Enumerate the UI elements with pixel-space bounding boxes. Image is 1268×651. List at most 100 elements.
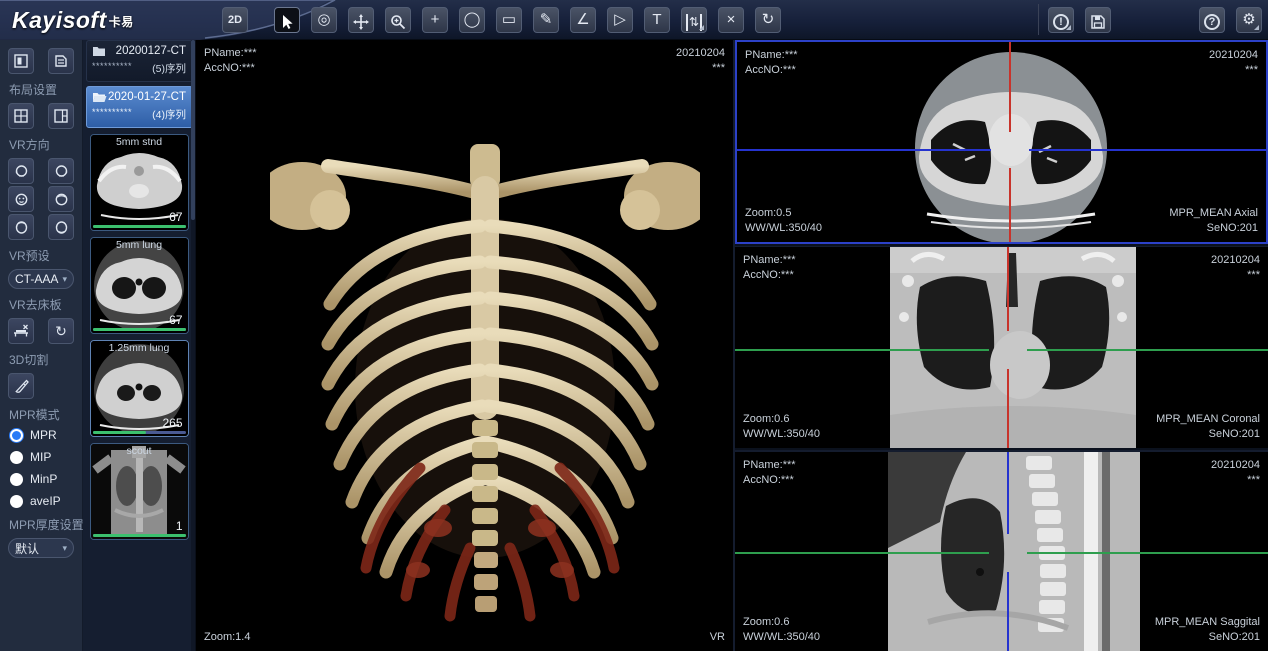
axial-patient-overlay: PName:*** AccNO:*** [745,48,798,78]
series-thumbnail-1-25mm-lung[interactable]: 1.25mm lung 265 [90,340,189,437]
vr-3d-view[interactable]: PName:*** AccNO:*** 20210204 *** Zoom:1.… [196,40,733,651]
head-right-button[interactable] [48,158,74,184]
overlay-info-button[interactable]: ! [1048,7,1074,33]
save-button[interactable] [1085,7,1111,33]
axial-crosshair-horizontal-right[interactable] [1029,149,1266,151]
measure-line-button[interactable]: ✎ [533,7,559,33]
axial-date-overlay: 20210204 *** [1209,48,1258,78]
sagittal-patient-overlay: PName:*** AccNO:*** [743,458,796,488]
head-top-button[interactable] [8,214,34,240]
coronal-crosshair-vertical-bottom[interactable] [1007,369,1009,448]
mpr-axial-view[interactable]: PName:*** AccNO:*** 20210204 *** Zoom:0.… [735,40,1268,244]
zoom-button[interactable] [385,7,411,33]
mpr-mode-option-label: aveIP [30,494,61,508]
axial-crosshair-horizontal-left[interactable] [737,149,991,151]
zoom-text: Zoom:0.6 [743,615,820,630]
window-preset-icon: ⇅ [686,14,702,31]
coronal-crosshair-vertical-top[interactable] [1007,247,1009,331]
coronal-zoom-overlay: Zoom:0.6 WW/WL:350/40 [743,412,820,442]
text-icon: T [645,8,669,32]
vr-bed-reset-button[interactable]: ↻ [48,318,74,344]
head-left-icon [14,164,29,179]
layout-report-button[interactable] [48,48,74,74]
study-item-selected[interactable]: 2020-01-27-CT ********** (4)序列 [86,86,193,128]
ellipse-roi-button[interactable]: ◯ [459,7,485,33]
mpr-mode-option-minp[interactable]: MinP [10,472,74,486]
layout-single-button[interactable] [8,48,34,74]
coronal-crosshair-horizontal-right[interactable] [1027,349,1268,351]
pencil-icon: ✎ [534,8,558,32]
sagittal-crosshair-vertical-top[interactable] [1007,452,1009,534]
pan-button[interactable] [348,7,374,33]
layout-1-2-button[interactable] [48,103,74,129]
head-front-button[interactable] [8,186,34,212]
thumbnail-image-count: 67 [169,210,182,224]
sagittal-crosshair-horizontal-left[interactable] [735,552,989,554]
zoom-text: Zoom:1.4 [204,630,250,645]
remove-bed-button[interactable] [8,318,34,344]
head-back-button[interactable] [48,186,74,212]
series-scrollbar[interactable] [191,40,195,651]
coronal-crosshair-horizontal-left[interactable] [735,349,989,351]
reset-icon: ↻ [49,319,73,343]
vr-preset-value: CT-AAA [15,272,58,286]
mpr-thickness-label: MPR厚度设置 [9,516,74,533]
mpr-sagittal-view[interactable]: PName:*** AccNO:*** 20210204 *** Zoom:0.… [735,450,1268,651]
rectangle-roi-button[interactable]: ▭ [496,7,522,33]
left-sidebar: 布局设置 VR方向 [0,40,83,651]
vr-preset-label: VR预设 [9,247,74,264]
coronal-mode-overlay: MPR_MEAN Coronal SeNO:201 [1156,412,1260,442]
head-bottom-icon [54,220,69,235]
window-preset-button[interactable]: ⇅ [681,7,707,33]
toolbar-far-right-group: ? ⚙ [1199,7,1262,33]
text-annotation-button[interactable]: T [644,7,670,33]
axial-ct-image [901,44,1121,244]
study-date-text: 20210204 [1209,48,1258,63]
series-thumbnail-5mm-lung[interactable]: 5mm lung 67 [90,237,189,334]
settings-button[interactable]: ⚙ [1236,7,1262,33]
sagittal-crosshair-horizontal-right[interactable] [1027,552,1268,554]
head-left-button[interactable] [8,158,34,184]
mpr-mode-option-mip[interactable]: MIP [10,450,74,464]
vr-patient-overlay: PName:*** AccNO:*** [204,46,257,76]
help-icon: ? [1204,14,1220,30]
reset-view-button[interactable]: ↻ [755,7,781,33]
mpr-mode-option-mpr[interactable]: MPR [10,428,74,442]
angle-measure-button[interactable]: ∠ [570,7,596,33]
cine-play-button[interactable]: ▷ [607,7,633,33]
vr-mode-overlay: VR [710,630,725,645]
thumbnail-image [91,444,188,539]
scrollbar-thumb[interactable] [191,40,195,220]
mpr-coronal-view[interactable]: PName:*** AccNO:*** 20210204 *** Zoom:0.… [735,246,1268,448]
scalpel-button[interactable] [8,373,34,399]
series-thumbnail-scout[interactable]: scout 1 [90,443,189,540]
delete-annotation-button[interactable]: × [718,7,744,33]
coronal-ct-image [890,247,1136,448]
cursor-button[interactable] [274,7,300,33]
crosshair-icon: + [423,8,447,32]
study-item[interactable]: 20200127-CT ********** (5)序列 [86,40,193,82]
zoom-icon [390,14,406,30]
mpr-thickness-select[interactable]: 默认 ▾ [8,538,74,558]
application-window: Kayisoft卡易 2D ◎ + ◯ ▭ ✎ ∠ ▷ T ⇅ × ↻ [0,0,1268,651]
gear-icon: ⚙ [1237,8,1261,32]
vr-bed-label: VR去床板 [9,296,74,313]
mpr-mode-option-aveip[interactable]: aveIP [10,494,74,508]
head-bottom-button[interactable] [48,214,74,240]
help-button[interactable]: ? [1199,7,1225,33]
layout-grid-2x2-button[interactable] [8,103,34,129]
angle-icon: ∠ [571,8,595,32]
study-date-text: 20210204 [676,46,725,61]
crosshair-button[interactable]: + [422,7,448,33]
series-thumbnail-5mm-stnd[interactable]: 5mm stnd 67 [90,134,189,231]
sagittal-crosshair-vertical-bottom[interactable] [1007,572,1009,651]
view-2d-button[interactable]: 2D [222,7,248,33]
folder-icon [92,46,106,57]
mpr-mode-option-label: MinP [30,472,57,486]
series-scroll-button[interactable]: ◎ [311,7,337,33]
axial-crosshair-vertical-bottom[interactable] [1009,168,1011,242]
axial-crosshair-vertical-top[interactable] [1009,42,1011,132]
thumbnail-label: 5mm lung [91,239,188,251]
vr-preset-select[interactable]: CT-AAA ▾ [8,269,74,289]
top-toolbar: Kayisoft卡易 2D ◎ + ◯ ▭ ✎ ∠ ▷ T ⇅ × ↻ [0,0,1268,40]
